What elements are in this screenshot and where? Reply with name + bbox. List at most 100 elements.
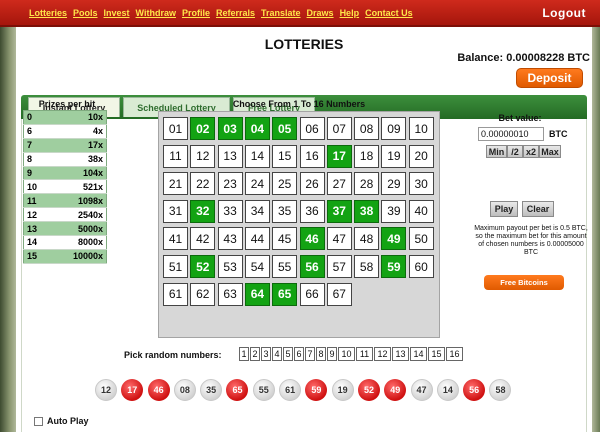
pick-random-13[interactable]: 13 bbox=[392, 347, 409, 361]
number-cell-14[interactable]: 14 bbox=[244, 144, 270, 168]
number-cell-37[interactable]: 37 bbox=[326, 199, 352, 223]
number-cell-51[interactable]: 51 bbox=[163, 255, 188, 278]
number-cell-52[interactable]: 52 bbox=[190, 255, 216, 278]
number-cell-60[interactable]: 60 bbox=[408, 255, 434, 278]
nav-link-lotteries[interactable]: Lotteries bbox=[29, 8, 67, 18]
number-cell-12[interactable]: 12 bbox=[190, 144, 216, 168]
number-cell-50[interactable]: 50 bbox=[408, 227, 434, 251]
number-cell-54[interactable]: 54 bbox=[244, 255, 270, 278]
number-cell-02[interactable]: 02 bbox=[190, 117, 216, 140]
pick-random-12[interactable]: 12 bbox=[374, 347, 391, 361]
pick-random-11[interactable]: 11 bbox=[356, 347, 373, 361]
pick-random-16[interactable]: 16 bbox=[446, 347, 463, 361]
number-cell-24[interactable]: 24 bbox=[244, 172, 270, 196]
number-cell-35[interactable]: 35 bbox=[272, 199, 298, 223]
number-cell-26[interactable]: 26 bbox=[299, 172, 325, 196]
half-bet-button[interactable]: /2 bbox=[507, 145, 523, 158]
nav-link-profile[interactable]: Profile bbox=[182, 8, 210, 18]
number-cell-63[interactable]: 63 bbox=[217, 282, 243, 306]
nav-link-invest[interactable]: Invest bbox=[104, 8, 130, 18]
number-cell-22[interactable]: 22 bbox=[190, 172, 216, 196]
number-cell-43[interactable]: 43 bbox=[217, 227, 243, 251]
number-cell-58[interactable]: 58 bbox=[354, 255, 380, 278]
number-cell-28[interactable]: 28 bbox=[354, 172, 380, 196]
pick-random-10[interactable]: 10 bbox=[338, 347, 355, 361]
nav-link-help[interactable]: Help bbox=[340, 8, 360, 18]
number-cell-57[interactable]: 57 bbox=[326, 255, 352, 278]
auto-play-checkbox[interactable] bbox=[34, 416, 43, 426]
number-cell-10[interactable]: 10 bbox=[408, 117, 434, 140]
number-cell-13[interactable]: 13 bbox=[217, 144, 243, 168]
nav-link-pools[interactable]: Pools bbox=[73, 8, 98, 18]
number-cell-56[interactable]: 56 bbox=[299, 255, 325, 278]
number-cell-25[interactable]: 25 bbox=[272, 172, 298, 196]
nav-link-translate[interactable]: Translate bbox=[261, 8, 301, 18]
number-cell-61[interactable]: 61 bbox=[163, 282, 188, 306]
number-cell-65[interactable]: 65 bbox=[272, 282, 298, 306]
number-cell-62[interactable]: 62 bbox=[190, 282, 216, 306]
number-cell-03[interactable]: 03 bbox=[217, 117, 243, 140]
double-bet-button[interactable]: x2 bbox=[523, 145, 539, 158]
number-cell-09[interactable]: 09 bbox=[381, 117, 407, 140]
number-cell-29[interactable]: 29 bbox=[381, 172, 407, 196]
number-cell-15[interactable]: 15 bbox=[272, 144, 298, 168]
number-cell-19[interactable]: 19 bbox=[381, 144, 407, 168]
number-cell-46[interactable]: 46 bbox=[299, 227, 325, 251]
pick-random-9[interactable]: 9 bbox=[327, 347, 337, 361]
bet-value-input[interactable] bbox=[478, 127, 544, 141]
number-cell-64[interactable]: 64 bbox=[244, 282, 270, 306]
number-cell-32[interactable]: 32 bbox=[190, 199, 216, 223]
free-bitcoins-button[interactable]: Free Bitcoins bbox=[484, 275, 564, 290]
number-cell-39[interactable]: 39 bbox=[381, 199, 407, 223]
number-cell-01[interactable]: 01 bbox=[163, 117, 188, 140]
nav-link-withdraw[interactable]: Withdraw bbox=[136, 8, 176, 18]
pick-random-8[interactable]: 8 bbox=[316, 347, 326, 361]
number-cell-16[interactable]: 16 bbox=[299, 144, 325, 168]
pick-random-15[interactable]: 15 bbox=[428, 347, 445, 361]
number-cell-04[interactable]: 04 bbox=[244, 117, 270, 140]
number-cell-11[interactable]: 11 bbox=[163, 144, 188, 168]
number-cell-06[interactable]: 06 bbox=[299, 117, 325, 140]
number-cell-66[interactable]: 66 bbox=[299, 282, 325, 306]
pick-random-1[interactable]: 1 bbox=[239, 347, 249, 361]
number-cell-55[interactable]: 55 bbox=[272, 255, 298, 278]
pick-random-2[interactable]: 2 bbox=[250, 347, 260, 361]
clear-button[interactable]: Clear bbox=[522, 201, 554, 217]
number-cell-47[interactable]: 47 bbox=[326, 227, 352, 251]
number-cell-07[interactable]: 07 bbox=[326, 117, 352, 140]
number-cell-18[interactable]: 18 bbox=[354, 144, 380, 168]
pick-random-4[interactable]: 4 bbox=[272, 347, 282, 361]
pick-random-6[interactable]: 6 bbox=[294, 347, 304, 361]
number-cell-05[interactable]: 05 bbox=[272, 117, 298, 140]
number-cell-08[interactable]: 08 bbox=[354, 117, 380, 140]
logout-link[interactable]: Logout bbox=[542, 6, 586, 20]
number-cell-44[interactable]: 44 bbox=[244, 227, 270, 251]
pick-random-14[interactable]: 14 bbox=[410, 347, 427, 361]
nav-link-draws[interactable]: Draws bbox=[307, 8, 334, 18]
number-cell-40[interactable]: 40 bbox=[408, 199, 434, 223]
number-cell-48[interactable]: 48 bbox=[354, 227, 380, 251]
number-cell-41[interactable]: 41 bbox=[163, 227, 188, 251]
min-bet-button[interactable]: Min bbox=[486, 145, 507, 158]
number-cell-21[interactable]: 21 bbox=[163, 172, 188, 196]
number-cell-31[interactable]: 31 bbox=[163, 199, 188, 223]
number-cell-34[interactable]: 34 bbox=[244, 199, 270, 223]
number-cell-67[interactable]: 67 bbox=[326, 282, 352, 306]
number-cell-23[interactable]: 23 bbox=[217, 172, 243, 196]
number-cell-45[interactable]: 45 bbox=[272, 227, 298, 251]
number-cell-33[interactable]: 33 bbox=[217, 199, 243, 223]
pick-random-7[interactable]: 7 bbox=[305, 347, 315, 361]
number-cell-17[interactable]: 17 bbox=[326, 144, 352, 168]
number-cell-30[interactable]: 30 bbox=[408, 172, 434, 196]
number-cell-36[interactable]: 36 bbox=[299, 199, 325, 223]
number-cell-53[interactable]: 53 bbox=[217, 255, 243, 278]
play-button[interactable]: Play bbox=[490, 201, 518, 217]
max-bet-button[interactable]: Max bbox=[539, 145, 561, 158]
pick-random-3[interactable]: 3 bbox=[261, 347, 271, 361]
deposit-button[interactable]: Deposit bbox=[516, 68, 583, 88]
pick-random-5[interactable]: 5 bbox=[283, 347, 293, 361]
number-cell-59[interactable]: 59 bbox=[381, 255, 407, 278]
number-cell-38[interactable]: 38 bbox=[354, 199, 380, 223]
number-cell-42[interactable]: 42 bbox=[190, 227, 216, 251]
number-cell-27[interactable]: 27 bbox=[326, 172, 352, 196]
